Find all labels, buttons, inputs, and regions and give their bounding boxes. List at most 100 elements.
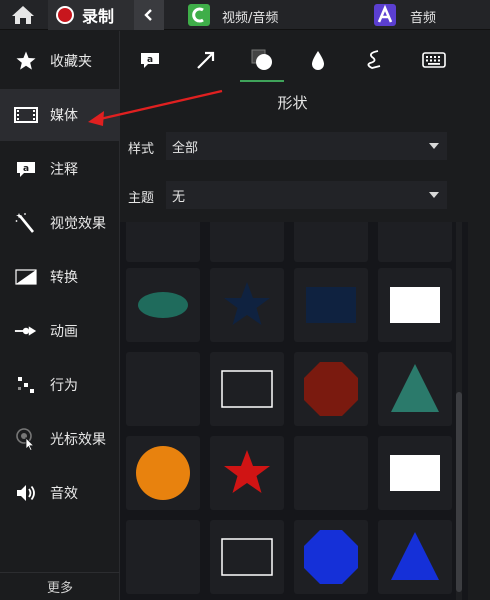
sidebar-item-label: 注释 [50,162,78,178]
transition-icon [14,265,38,289]
shape-icon [251,49,272,70]
camtasia-logo-icon [188,4,210,26]
audio-effect-icon [14,481,38,505]
tab-callouts[interactable]: a [128,38,172,82]
empty-shape-icon [126,352,200,426]
theme-dropdown[interactable]: 无 [166,181,447,209]
shape-thumbnail[interactable] [210,352,284,426]
keyboard-icon [422,52,446,68]
sidebar-item-annotations[interactable]: a 注释 [0,143,120,195]
shape-thumbnail[interactable] [210,520,284,594]
tab-sketch-motion[interactable] [352,38,396,82]
svg-text:a: a [147,55,153,65]
tab-arrows[interactable] [184,38,228,82]
sidebar-item-animations[interactable]: 动画 [0,305,120,357]
cursor-effect-icon [14,427,38,451]
sidebar-item-audio-effects[interactable]: 音效 [0,467,120,519]
octagon-partial-shape-icon [294,222,368,262]
octagon-shape-icon [304,530,358,584]
shape-thumbnail[interactable] [294,352,368,426]
record-icon [56,6,74,24]
magic-wand-icon [14,211,38,235]
annotation-icon: a [14,157,38,181]
record-label: 录制 [82,7,115,26]
svg-text:a: a [23,164,29,174]
shape-thumbnail[interactable] [378,436,452,510]
sidebar-item-label: 视觉效果 [50,216,106,232]
sidebar-item-visual-effects[interactable]: 视觉效果 [0,197,120,249]
shape-thumbnail[interactable] [378,352,452,426]
shape-thumbnail[interactable] [378,520,452,594]
star-icon [14,49,38,73]
style-label: 样式 [128,142,155,157]
sidebar-item-favorites[interactable]: 收藏夹 [0,35,120,87]
film-icon [14,103,38,127]
annotation-type-tabs: a [120,38,490,82]
scrollbar-thumb[interactable] [456,392,462,592]
chevron-down-icon [429,192,439,198]
tab-shapes[interactable] [240,38,284,82]
octagon-shape-icon [304,362,358,416]
rect-shape-icon [306,287,356,323]
sidebar-item-media[interactable]: 媒体 [0,89,120,141]
audiate-logo-icon [374,4,396,26]
shape-thumbnail[interactable] [126,520,200,594]
star-shape-icon [224,282,270,325]
circle-shape-icon [136,446,190,500]
shape-thumbnail[interactable] [126,352,200,426]
rect-shape-icon [390,287,440,323]
triangle-shape-icon [391,364,439,412]
shape-thumbnail[interactable] [294,222,368,262]
callout-icon: a [141,53,159,68]
sidebar-item-label: 音效 [50,486,78,502]
style-dropdown[interactable]: 全部 [166,132,447,160]
theme-label: 主题 [128,191,155,206]
empty-shape-icon [294,436,368,510]
audio-label[interactable]: 音频 [410,7,436,26]
sidebar-item-label: 收藏夹 [50,54,92,70]
sidebar-item-cursor-effects[interactable]: 光标效果 [0,413,120,465]
empty-shape-icon [126,520,200,594]
sidebar: 收藏夹 媒体 a 注释 视觉效果 转换 动画 行为 光标效果 音效 更多 [0,31,120,600]
rect-outline-partial-shape-icon [210,222,284,262]
tab-blur-highlight[interactable] [296,38,340,82]
collapse-button[interactable] [134,0,164,30]
record-button[interactable]: 录制 [48,0,134,30]
rect-outline-shape-icon [221,370,273,408]
chevron-left-icon [144,9,152,21]
rect-outline-partial-shape-icon [126,222,200,262]
home-icon [12,6,34,24]
rect-outline-shape-icon [221,538,273,576]
theme-dropdown-value: 无 [172,189,186,205]
panel-title: 形状 [277,94,308,112]
sidebar-item-behaviors[interactable]: 行为 [0,359,120,411]
shape-thumbnail[interactable] [126,436,200,510]
style-dropdown-value: 全部 [172,140,199,156]
video-audio-label[interactable]: 视频/音频 [222,7,278,26]
rect-shape-icon [390,455,440,491]
sidebar-item-label: 光标效果 [50,432,106,448]
shape-thumbnail[interactable] [210,268,284,342]
home-button[interactable] [8,3,38,27]
shape-thumbnail[interactable] [378,222,452,262]
sidebar-item-label: 媒体 [50,108,78,124]
shape-thumbnail[interactable] [210,436,284,510]
animation-icon [14,319,38,343]
shape-thumbnail[interactable] [294,268,368,342]
behavior-icon [14,373,38,397]
ellipse-shape-icon [138,292,188,318]
shape-thumbnail[interactable] [126,268,200,342]
shape-thumbnail[interactable] [378,268,452,342]
more-button[interactable]: 更多 [0,572,120,600]
shape-thumbnail[interactable] [126,222,200,262]
triangle-shape-icon [391,532,439,580]
tab-keystrokes[interactable] [412,38,456,82]
sidebar-item-transitions[interactable]: 转换 [0,251,120,303]
shapes-grid [120,222,468,600]
chevron-down-icon [429,143,439,149]
arrow-icon [197,51,215,69]
shape-thumbnail[interactable] [294,520,368,594]
sidebar-item-label: 行为 [50,378,78,394]
shape-thumbnail[interactable] [210,222,284,262]
shape-thumbnail[interactable] [294,436,368,510]
